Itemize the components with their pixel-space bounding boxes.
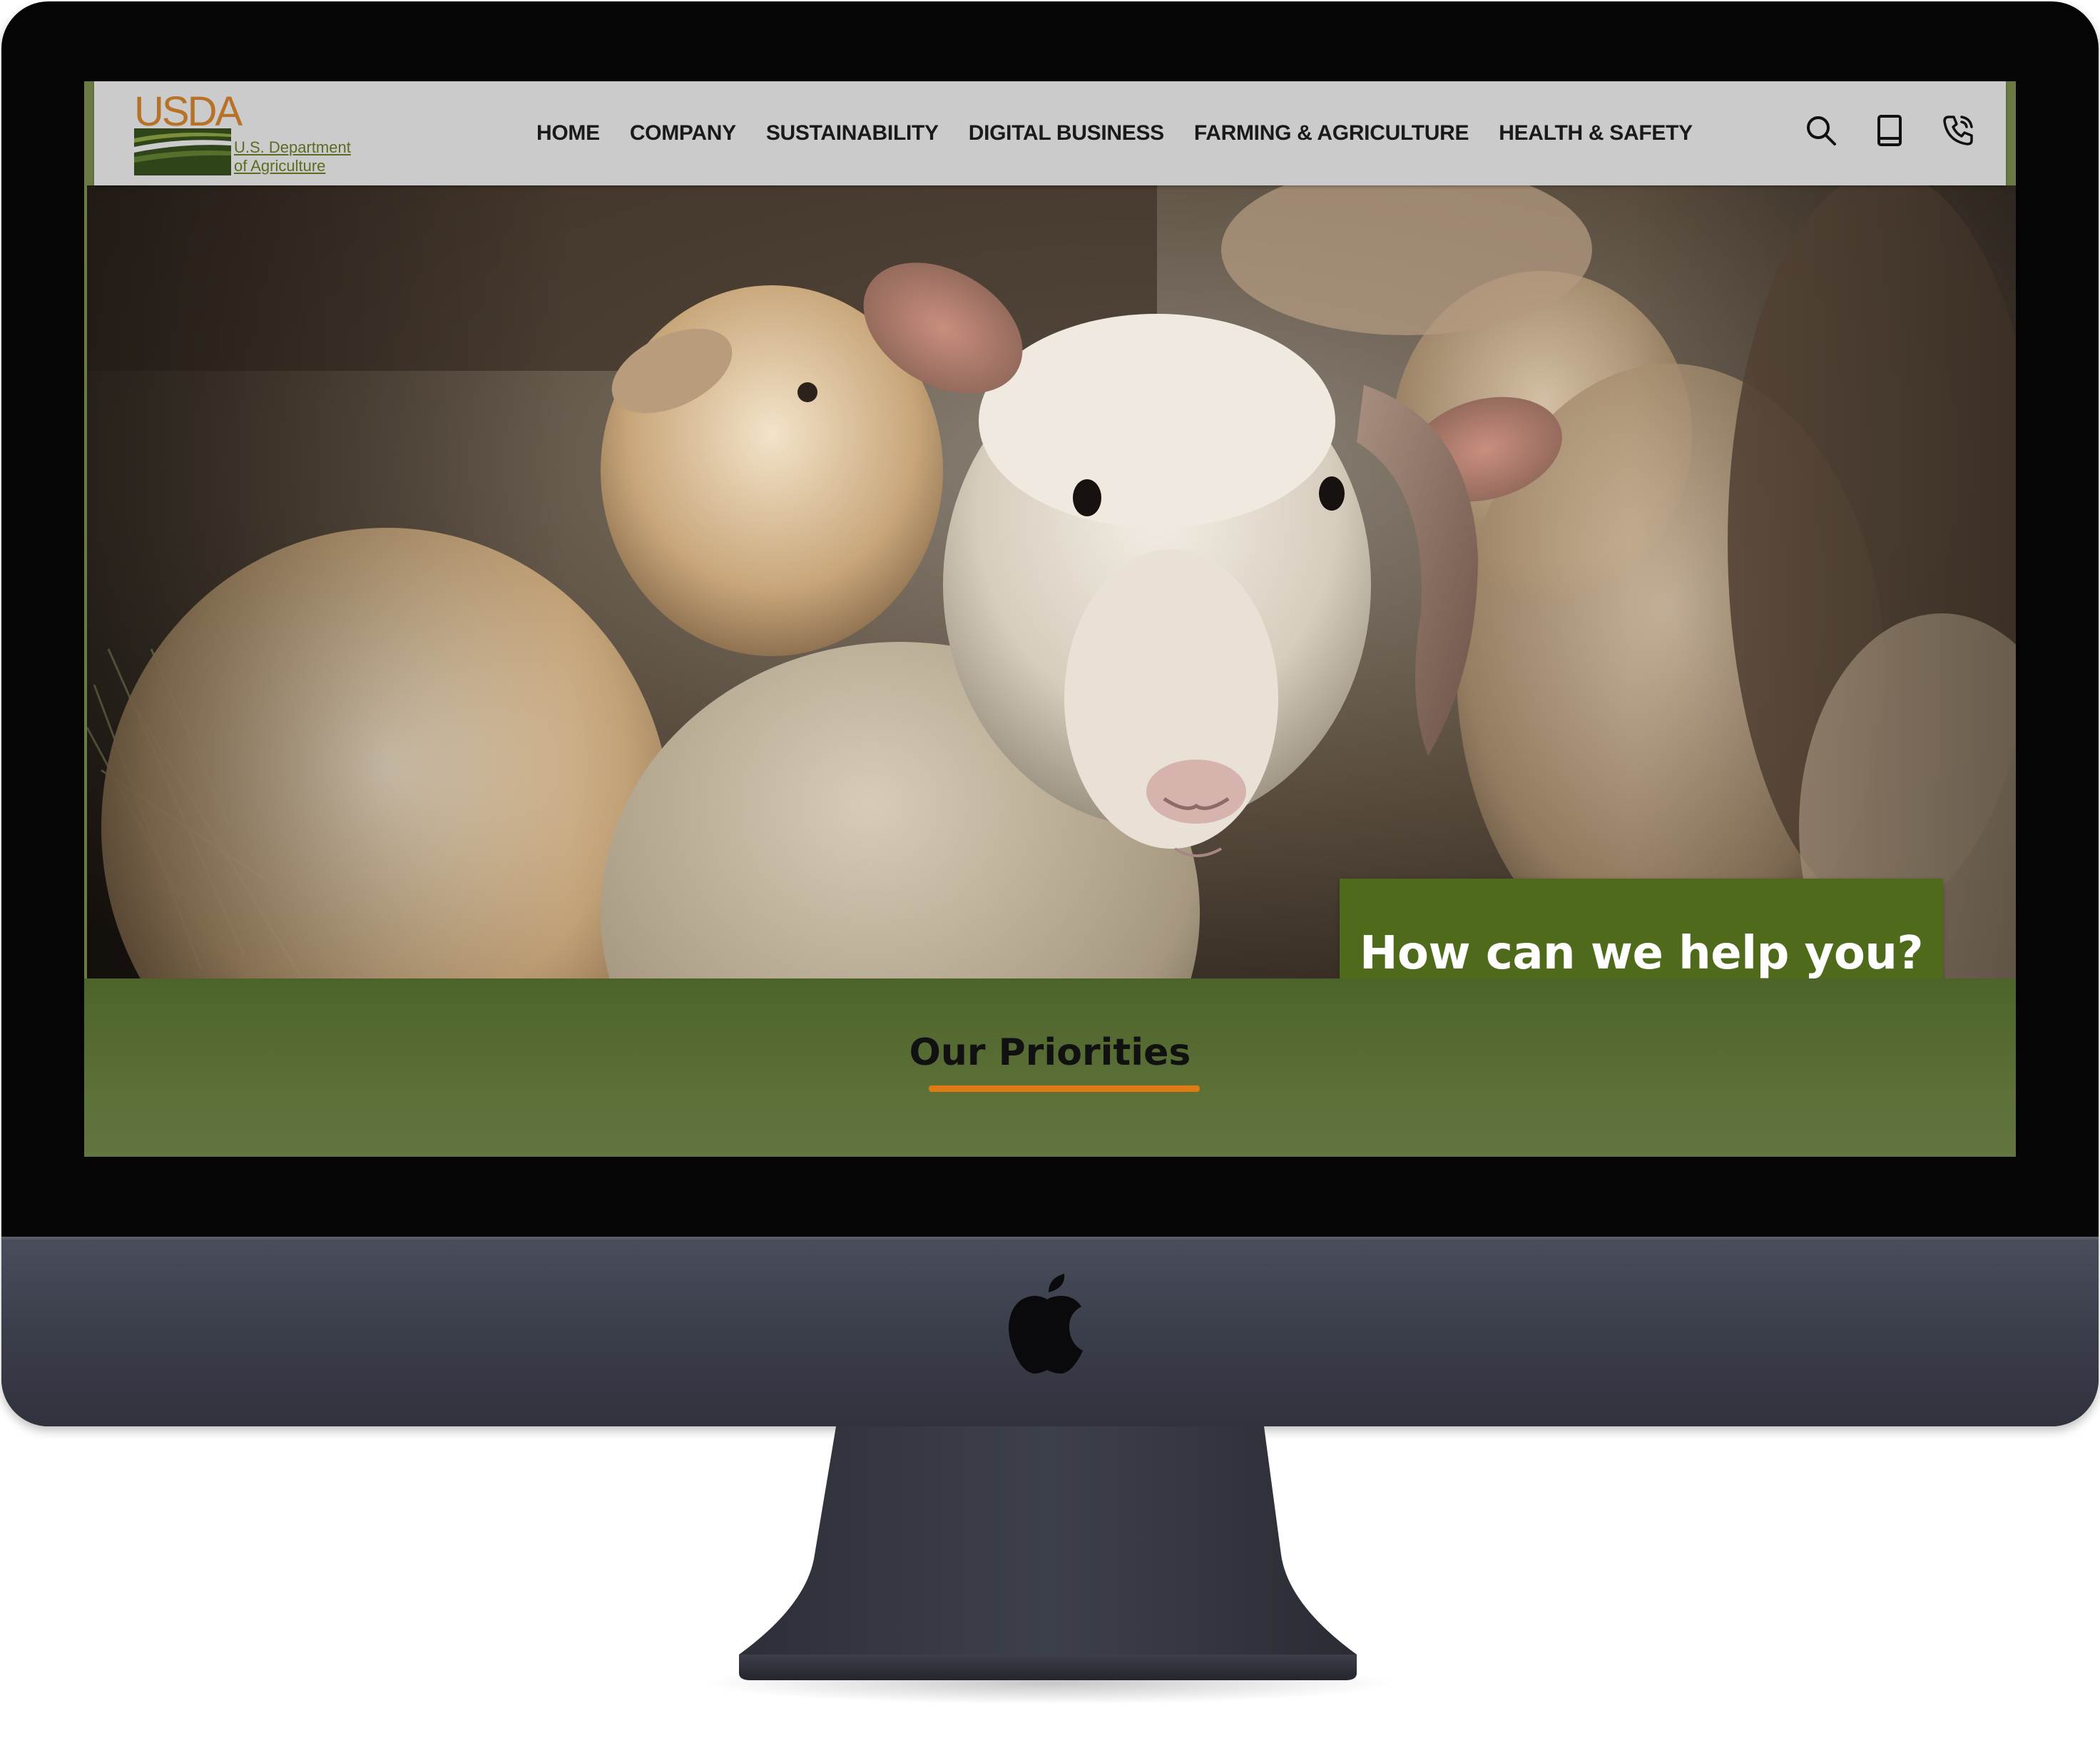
main-nav: HOME COMPANY SUSTAINABILITY DIGITAL BUSI…	[536, 81, 1723, 185]
book-icon[interactable]	[1872, 113, 1907, 148]
nav-sustainability[interactable]: SUSTAINABILITY	[766, 121, 939, 145]
website-screen: USDA U.S. Department of Agriculture HOME…	[84, 81, 2016, 1157]
nav-farming-agriculture[interactable]: FARMING & AGRICULTURE	[1194, 121, 1469, 145]
nav-digital-business[interactable]: DIGITAL BUSINESS	[969, 121, 1164, 145]
logo-subtitle-line1: U.S. Department	[234, 138, 351, 156]
monitor-chin	[1, 1237, 2099, 1426]
sheep-hero-photo	[87, 185, 2016, 978]
hero-section: How can we help you?	[87, 185, 2016, 978]
priorities-heading: Our Priorities	[909, 1031, 1191, 1074]
imac-monitor: USDA U.S. Department of Agriculture HOME…	[1, 1, 2099, 1426]
apple-logo-icon	[1009, 1274, 1083, 1374]
logo-hills-icon	[134, 128, 231, 175]
help-cta-label: How can we help you?	[1359, 927, 1924, 978]
header-icons	[1803, 113, 1976, 148]
nav-company[interactable]: COMPANY	[630, 121, 736, 145]
priorities-section: Our Priorities	[84, 978, 2016, 1157]
imac-stand	[739, 1426, 1357, 1680]
logo-wordmark: USDA	[134, 88, 243, 135]
nav-home[interactable]: HOME	[536, 121, 600, 145]
search-icon[interactable]	[1803, 113, 1839, 148]
nav-health-safety[interactable]: HEALTH & SAFETY	[1499, 121, 1693, 145]
priorities-underline	[929, 1085, 1200, 1092]
phone-icon[interactable]	[1940, 113, 1976, 148]
logo-subtitle: U.S. Department of Agriculture	[234, 138, 351, 175]
usda-logo[interactable]: USDA U.S. Department of Agriculture	[134, 91, 369, 177]
help-cta-button[interactable]: How can we help you?	[1340, 879, 1943, 978]
site-header: USDA U.S. Department of Agriculture HOME…	[94, 81, 2006, 185]
logo-subtitle-line2: of Agriculture	[234, 157, 326, 175]
